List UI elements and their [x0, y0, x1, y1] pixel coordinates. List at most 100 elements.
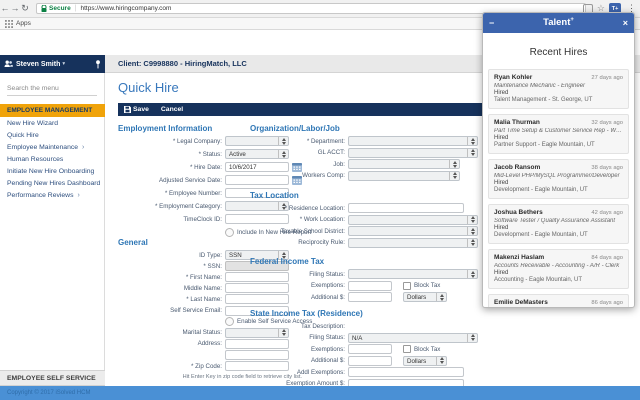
additional-unit-select[interactable]: Dollars — [403, 356, 447, 366]
select-value: N/A — [352, 335, 362, 342]
form-row: Additional $: Dollars — [250, 356, 447, 366]
form-row: GL ACCT: — [250, 148, 478, 158]
job-select[interactable] — [348, 159, 460, 169]
hire-ago: 27 days ago — [591, 75, 623, 81]
additional-input[interactable] — [348, 292, 392, 302]
section-general: GeneralID Type:SSN* SSN:* First Name:Mid… — [118, 238, 148, 247]
sidebar-item-human-resources[interactable]: Human Resources — [0, 154, 105, 166]
select-value: SSN — [229, 252, 242, 259]
hire-name: Ryan Kohler — [494, 74, 532, 81]
hire-top: Emilie DeMasters86 days ago — [494, 299, 623, 306]
taxable-school-district-select[interactable] — [348, 226, 478, 236]
hire-card[interactable]: Makenzi Haslam84 days ago Accounts Receiv… — [488, 249, 629, 289]
section-title: Organization/Labor/Job — [250, 124, 340, 133]
pin-icon[interactable] — [95, 60, 101, 69]
hire-card[interactable]: Emilie DeMasters86 days ago — [488, 294, 629, 307]
field-label: Additional $: — [250, 357, 345, 364]
user-menu[interactable]: Steven Smith ▾ — [0, 55, 105, 73]
select-value: Dollars — [407, 358, 426, 365]
hire-ago: 42 days ago — [591, 210, 623, 216]
include-in-new-hire-report-checkbox[interactable] — [225, 228, 234, 237]
sidebar-item-performance-reviews[interactable]: Performance Reviews› — [0, 190, 105, 202]
section-employment-information: Employment Information* Legal Company:* … — [118, 124, 212, 133]
section-organization-labor-job: Organization/Labor/Job* Department:GL AC… — [250, 124, 340, 133]
field-label: * Department: — [250, 138, 345, 145]
hire-role: Part Time Setup & Customer Service Rep -… — [494, 128, 623, 134]
hire-top: Makenzi Haslam84 days ago — [494, 254, 623, 261]
sidebar-item-label: Quick Hire — [7, 130, 39, 142]
hire-status: Hired — [494, 90, 623, 96]
filing-status-select[interactable]: N/A — [348, 333, 478, 343]
recent-hires-heading: Recent Hires — [483, 47, 634, 58]
form-row: Addl Exemptions: — [250, 367, 464, 377]
form-row: Job: — [250, 159, 460, 169]
sidebar-item-new-hire-wizard[interactable]: New Hire Wizard — [0, 118, 105, 130]
gl-acct-select[interactable] — [348, 148, 478, 158]
form-row: Additional $:Dollars — [250, 292, 447, 302]
reciprocity-rule-select[interactable] — [348, 238, 478, 248]
form-row: Reciprocity Rule: — [250, 238, 478, 248]
select-arrows-icon — [436, 293, 446, 301]
search-input[interactable] — [7, 82, 97, 96]
hire-card[interactable]: Malia Thurman 32 days ago Part Time Setup … — [488, 114, 629, 154]
hire-role: Accounts Receivable - Accounting - A/R -… — [494, 263, 623, 269]
block-tax-checkbox[interactable] — [403, 345, 411, 353]
form-row: * Department: — [250, 136, 478, 146]
work-location-select[interactable] — [348, 215, 478, 225]
chevron-right-icon: › — [82, 142, 84, 154]
section-tax-location: Tax Location* Residence Location:* Work … — [250, 191, 299, 200]
field-label: * Work Location: — [250, 216, 345, 223]
hire-ago: 38 days ago — [591, 165, 623, 171]
exemptions-input[interactable] — [348, 344, 392, 354]
sidebar-item-initiate-new-hire-onboarding[interactable]: Initiate New Hire Onboarding — [0, 166, 105, 178]
employee-self-service-header[interactable]: EMPLOYEE SELF SERVICE — [0, 370, 105, 386]
department-select[interactable] — [348, 136, 478, 146]
hire-role: Mid-Level PHP/MySQL Programmer/Developer — [494, 173, 623, 179]
select-value: Dollars — [407, 294, 426, 301]
checkbox-label: Block Tax — [414, 282, 440, 289]
sidebar-item-quick-hire[interactable]: Quick Hire — [0, 130, 105, 142]
section-title: Tax Location — [250, 191, 299, 200]
additional-input[interactable] — [348, 356, 392, 366]
enable-self-service-access-checkbox[interactable] — [225, 317, 234, 326]
hire-ago: 86 days ago — [591, 300, 623, 306]
app-footer: Copyright © 2017 iSolved HCM — [0, 386, 640, 400]
select-arrows-icon — [467, 334, 477, 342]
hire-ago: 32 days ago — [591, 120, 623, 126]
sidebar-item-employee-maintenance[interactable]: Employee Maintenance › — [0, 142, 105, 154]
hire-card[interactable]: Joshua Bethers42 days agoSoftware Tester… — [488, 204, 629, 244]
sidebar-nav: New Hire WizardQuick HireEmployee Mainte… — [0, 118, 105, 202]
residence-location-input[interactable] — [348, 203, 464, 213]
select-arrows-icon — [467, 270, 477, 278]
section-state-income-tax-residence: State Income Tax (Residence)Tax Descript… — [250, 309, 363, 318]
checkbox-label: Block Tax — [414, 346, 440, 353]
field-label: * Hire Date: — [118, 164, 222, 171]
section-federal-income-tax: Federal Income TaxFiling Status:Exemptio… — [250, 257, 324, 266]
field-label: GL ACCT: — [250, 149, 345, 156]
field-label: Marital Status: — [118, 329, 222, 336]
hire-card[interactable]: Jacob Ransom38 days agoMid-Level PHP/MyS… — [488, 159, 629, 199]
hire-name: Malia Thurman — [494, 119, 540, 126]
addl-exemptions-input[interactable] — [348, 367, 464, 377]
field-label: * First Name: — [118, 274, 222, 281]
block-tax-checkbox[interactable] — [403, 282, 411, 290]
form-row: Filing Status:N/A — [250, 333, 478, 343]
exemptions-input[interactable] — [348, 281, 392, 291]
field-label: * Last Name: — [118, 296, 222, 303]
hire-location: Talent Management - St. George, UT — [494, 97, 623, 103]
field-label: Address: — [118, 340, 222, 347]
sidebar-item-pending-new-hires-dashboard[interactable]: Pending New Hires Dashboard — [0, 178, 105, 190]
select-arrows-icon — [449, 172, 459, 180]
additional-unit-select[interactable]: Dollars — [403, 292, 447, 302]
filing-status-select[interactable] — [348, 269, 478, 279]
hire-top: Malia Thurman 32 days ago — [494, 119, 623, 126]
close-icon[interactable]: × — [623, 18, 628, 28]
hire-name: Joshua Bethers — [494, 209, 543, 216]
sidebar-item-label: Employee Maintenance — [7, 142, 78, 154]
field-label: Tax Description: — [250, 323, 345, 330]
field-label: Filing Status: — [250, 271, 345, 278]
workers-comp-select[interactable] — [348, 171, 460, 181]
hire-top: Joshua Bethers 42 days ago — [494, 209, 623, 216]
section-title: Employment Information — [118, 124, 212, 133]
hire-card[interactable]: Ryan Kohler27 days agoMaintenance Mechan… — [488, 69, 629, 109]
